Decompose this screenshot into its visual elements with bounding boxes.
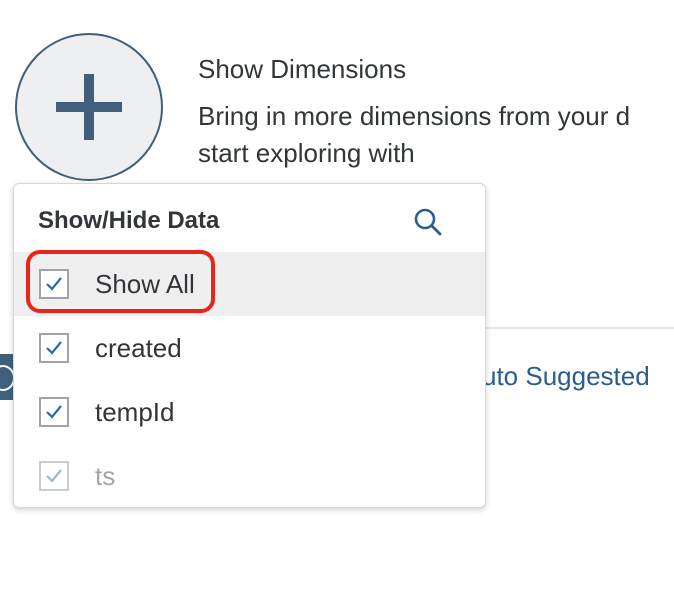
checkmark-icon <box>46 405 62 419</box>
checkmark-icon <box>46 341 62 355</box>
created-label: created <box>95 333 182 363</box>
show-dimensions-description: Bring in more dimensions from your d sta… <box>198 98 674 172</box>
show-all-label: Show All <box>95 269 195 299</box>
checkmark-icon <box>46 277 62 291</box>
section-divider <box>470 327 674 329</box>
plus-icon <box>56 74 122 140</box>
auto-suggested-link[interactable]: uto Suggested <box>482 361 650 392</box>
description-line-2: start exploring with <box>198 138 415 168</box>
checkmark-icon <box>46 469 62 483</box>
ts-label: ts <box>95 461 116 491</box>
search-icon <box>414 208 442 236</box>
ts-checkbox <box>39 461 69 491</box>
show-all-option[interactable]: Show All <box>14 252 485 316</box>
show-all-checkbox[interactable] <box>39 269 69 299</box>
description-line-1: Bring in more dimensions from your d <box>198 101 631 131</box>
show-dimensions-title: Show Dimensions <box>198 54 407 84</box>
popover-header: Show/Hide Data <box>14 184 485 252</box>
auto-suggest-toggle[interactable] <box>0 354 15 400</box>
show-hide-data-popover: Show/Hide Data Show All created tempId t… <box>13 183 486 508</box>
popover-title: Show/Hide Data <box>38 207 220 234</box>
tempid-option[interactable]: tempId <box>14 380 485 444</box>
tempid-label: tempId <box>95 397 175 427</box>
search-button[interactable] <box>412 206 444 238</box>
add-dimension-button[interactable] <box>15 33 163 181</box>
tempid-checkbox[interactable] <box>39 397 69 427</box>
ts-option: ts <box>14 444 485 507</box>
created-option[interactable]: created <box>14 316 485 380</box>
created-checkbox[interactable] <box>39 333 69 363</box>
